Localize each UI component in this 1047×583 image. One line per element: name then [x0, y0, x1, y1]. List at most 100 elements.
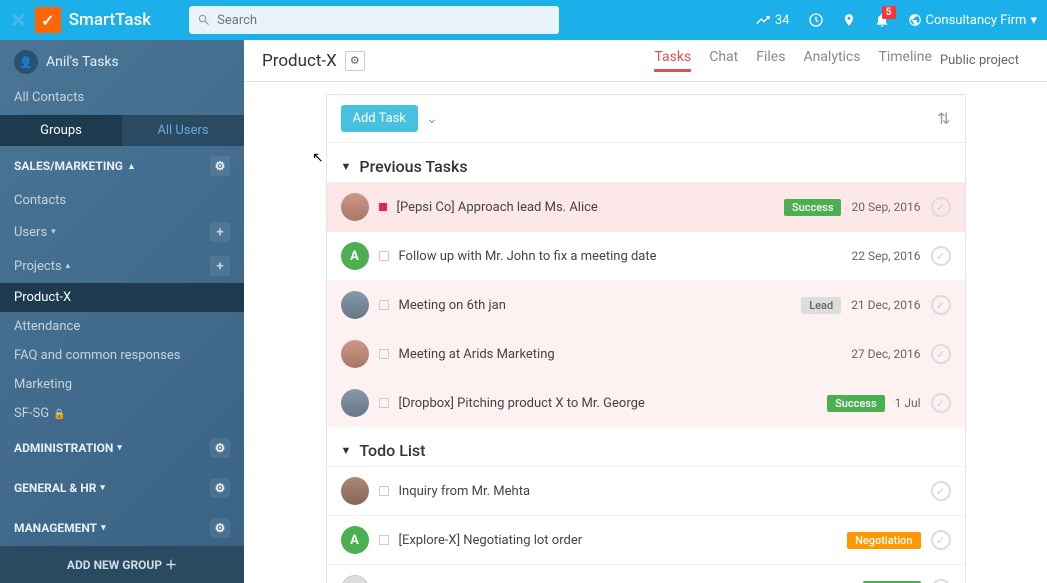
task-avatar: A: [341, 526, 369, 554]
complete-button[interactable]: ✓: [931, 393, 951, 413]
search-box[interactable]: [189, 6, 559, 34]
project-title: Product-X: [262, 51, 337, 71]
sidebar-item-faq[interactable]: FAQ and common responses: [0, 341, 244, 370]
tab-all-users[interactable]: All Users: [122, 115, 244, 146]
task-title: [Dropbox] Pitching product X to Mr. Geor…: [399, 396, 818, 411]
section-management[interactable]: MANAGEMENT ▾ ⚙: [0, 508, 244, 548]
user-tasks-label: Anil's Tasks: [46, 54, 119, 70]
task-row[interactable]: A Follow up with Mr. John to fix a meeti…: [327, 231, 965, 280]
tab-tasks[interactable]: Tasks: [654, 49, 691, 72]
clock-icon: [808, 12, 824, 28]
sidebar-item-contacts[interactable]: Contacts: [0, 186, 244, 215]
sidebar-item-product-x[interactable]: Product-X: [0, 283, 244, 312]
complete-button[interactable]: ✓: [931, 530, 951, 550]
tab-groups[interactable]: Groups: [0, 115, 122, 146]
priority-marker: [379, 203, 387, 211]
task-row[interactable]: Inquiry from Mr. Mehta ✓: [327, 466, 965, 515]
project-visibility[interactable]: Public project: [940, 53, 1029, 68]
section-administration[interactable]: ADMINISTRATION ▾ ⚙: [0, 428, 244, 468]
section-title-label: Previous Tasks: [359, 157, 467, 176]
sfsg-label: SF-SG: [14, 406, 49, 421]
globe-icon: [908, 13, 922, 27]
pin-icon: [842, 13, 856, 27]
status-badge: Negotiation: [847, 532, 920, 549]
notifications-button[interactable]: 5: [874, 12, 890, 28]
section-title-label: Todo List: [359, 441, 425, 460]
brand-name: SmartTask: [69, 10, 151, 30]
add-task-button[interactable]: Add Task: [341, 105, 419, 132]
task-row[interactable]: [Pepsi Co] Approach lead Ms. Alice Succe…: [327, 182, 965, 231]
triangle-down-icon: ▼: [341, 160, 352, 173]
priority-marker: [379, 535, 389, 545]
section-todo-list[interactable]: ▼ Todo List: [341, 441, 951, 460]
project-settings-button[interactable]: ⚙: [345, 51, 365, 71]
complete-button[interactable]: ✓: [931, 295, 951, 315]
trend-stat[interactable]: 34: [755, 12, 790, 28]
add-task-dropdown[interactable]: ⌄: [426, 111, 438, 127]
add-user-button[interactable]: +: [210, 222, 230, 242]
tab-analytics[interactable]: Analytics: [803, 49, 860, 72]
sidebar-item-sfsg[interactable]: SF-SG 🔒: [0, 399, 244, 428]
complete-button[interactable]: ✓: [931, 246, 951, 266]
task-date: 20 Sep, 2016: [851, 200, 920, 214]
section-sales-marketing[interactable]: SALES/MARKETING ▲ ⚙: [0, 146, 244, 186]
gear-icon[interactable]: ⚙: [210, 478, 230, 498]
complete-button[interactable]: ✓: [931, 481, 951, 501]
caret-up-icon: ▲: [127, 161, 136, 172]
task-avatar: [341, 291, 369, 319]
tab-timeline[interactable]: Timeline: [878, 49, 931, 72]
priority-marker: [379, 349, 389, 359]
sort-button[interactable]: ⇅: [937, 109, 950, 128]
add-project-button[interactable]: +: [210, 256, 230, 276]
logo-icon: ✓: [35, 7, 61, 33]
search-input[interactable]: [217, 13, 551, 28]
section-label: SALES/MARKETING: [14, 159, 123, 173]
tab-chat[interactable]: Chat: [709, 49, 738, 72]
task-row[interactable]: [Dropbox] Pitching product X to Mr. Geor…: [327, 378, 965, 427]
task-row[interactable]: A [Explore-X] Negotiating lot order Nego…: [327, 515, 965, 564]
gear-icon[interactable]: ⚙: [210, 156, 230, 176]
priority-marker: [379, 300, 389, 310]
app-menu-icon[interactable]: ✕: [10, 8, 27, 32]
sidebar-item-users[interactable]: Users ▾ +: [0, 215, 244, 249]
chevron-down-icon: ▾: [1030, 13, 1037, 28]
sidebar-item-marketing[interactable]: Marketing: [0, 370, 244, 399]
pin-button[interactable]: [842, 13, 856, 27]
workspace-switcher[interactable]: Consultancy Firm ▾: [908, 13, 1037, 28]
complete-button[interactable]: ✓: [931, 344, 951, 364]
task-date: 22 Sep, 2016: [851, 249, 920, 263]
gear-icon[interactable]: ⚙: [210, 518, 230, 538]
users-label: Users: [14, 225, 47, 240]
task-avatar: [341, 575, 369, 583]
task-title: [Pepsi Co] Approach lead Ms. Alice: [397, 200, 775, 215]
section-previous-tasks[interactable]: ▼ Previous Tasks: [341, 157, 951, 176]
task-avatar: A: [341, 242, 369, 270]
complete-button[interactable]: ✓: [931, 197, 951, 217]
status-badge: Success: [784, 199, 841, 216]
task-title: Follow up with Mr. John to fix a meeting…: [399, 249, 842, 264]
clock-button[interactable]: [808, 12, 824, 28]
section-general-hr[interactable]: GENERAL & HR ▾ ⚙: [0, 468, 244, 508]
lock-icon: 🔒: [53, 409, 65, 420]
task-title: Inquiry from Mr. Mehta: [399, 484, 921, 499]
trend-count: 34: [775, 13, 790, 28]
priority-marker: [379, 398, 389, 408]
add-group-label: ADD NEW GROUP: [67, 558, 162, 572]
triangle-down-icon: ▼: [341, 444, 352, 457]
add-group-button[interactable]: ADD NEW GROUP ＋: [0, 546, 244, 583]
all-contacts-link[interactable]: All Contacts: [0, 84, 244, 111]
status-badge: Success: [827, 395, 884, 412]
user-avatar: 👤: [14, 50, 38, 74]
task-row[interactable]: Meeting at Arids Marketing 27 Dec, 2016 …: [327, 329, 965, 378]
complete-button[interactable]: ✓: [931, 579, 951, 583]
sidebar-item-attendance[interactable]: Attendance: [0, 312, 244, 341]
sidebar-item-projects[interactable]: Projects ▴ +: [0, 249, 244, 283]
task-row[interactable]: Meetin with Dr.X Success ✓: [327, 564, 965, 583]
task-date: 1 Jul: [895, 396, 921, 410]
user-tasks-link[interactable]: 👤 Anil's Tasks: [0, 40, 244, 84]
projects-label: Projects: [14, 259, 62, 274]
gear-icon[interactable]: ⚙: [210, 438, 230, 458]
caret-down-icon: ▾: [117, 443, 122, 453]
task-row[interactable]: Meeting on 6th jan Lead 21 Dec, 2016 ✓: [327, 280, 965, 329]
tab-files[interactable]: Files: [756, 49, 785, 72]
